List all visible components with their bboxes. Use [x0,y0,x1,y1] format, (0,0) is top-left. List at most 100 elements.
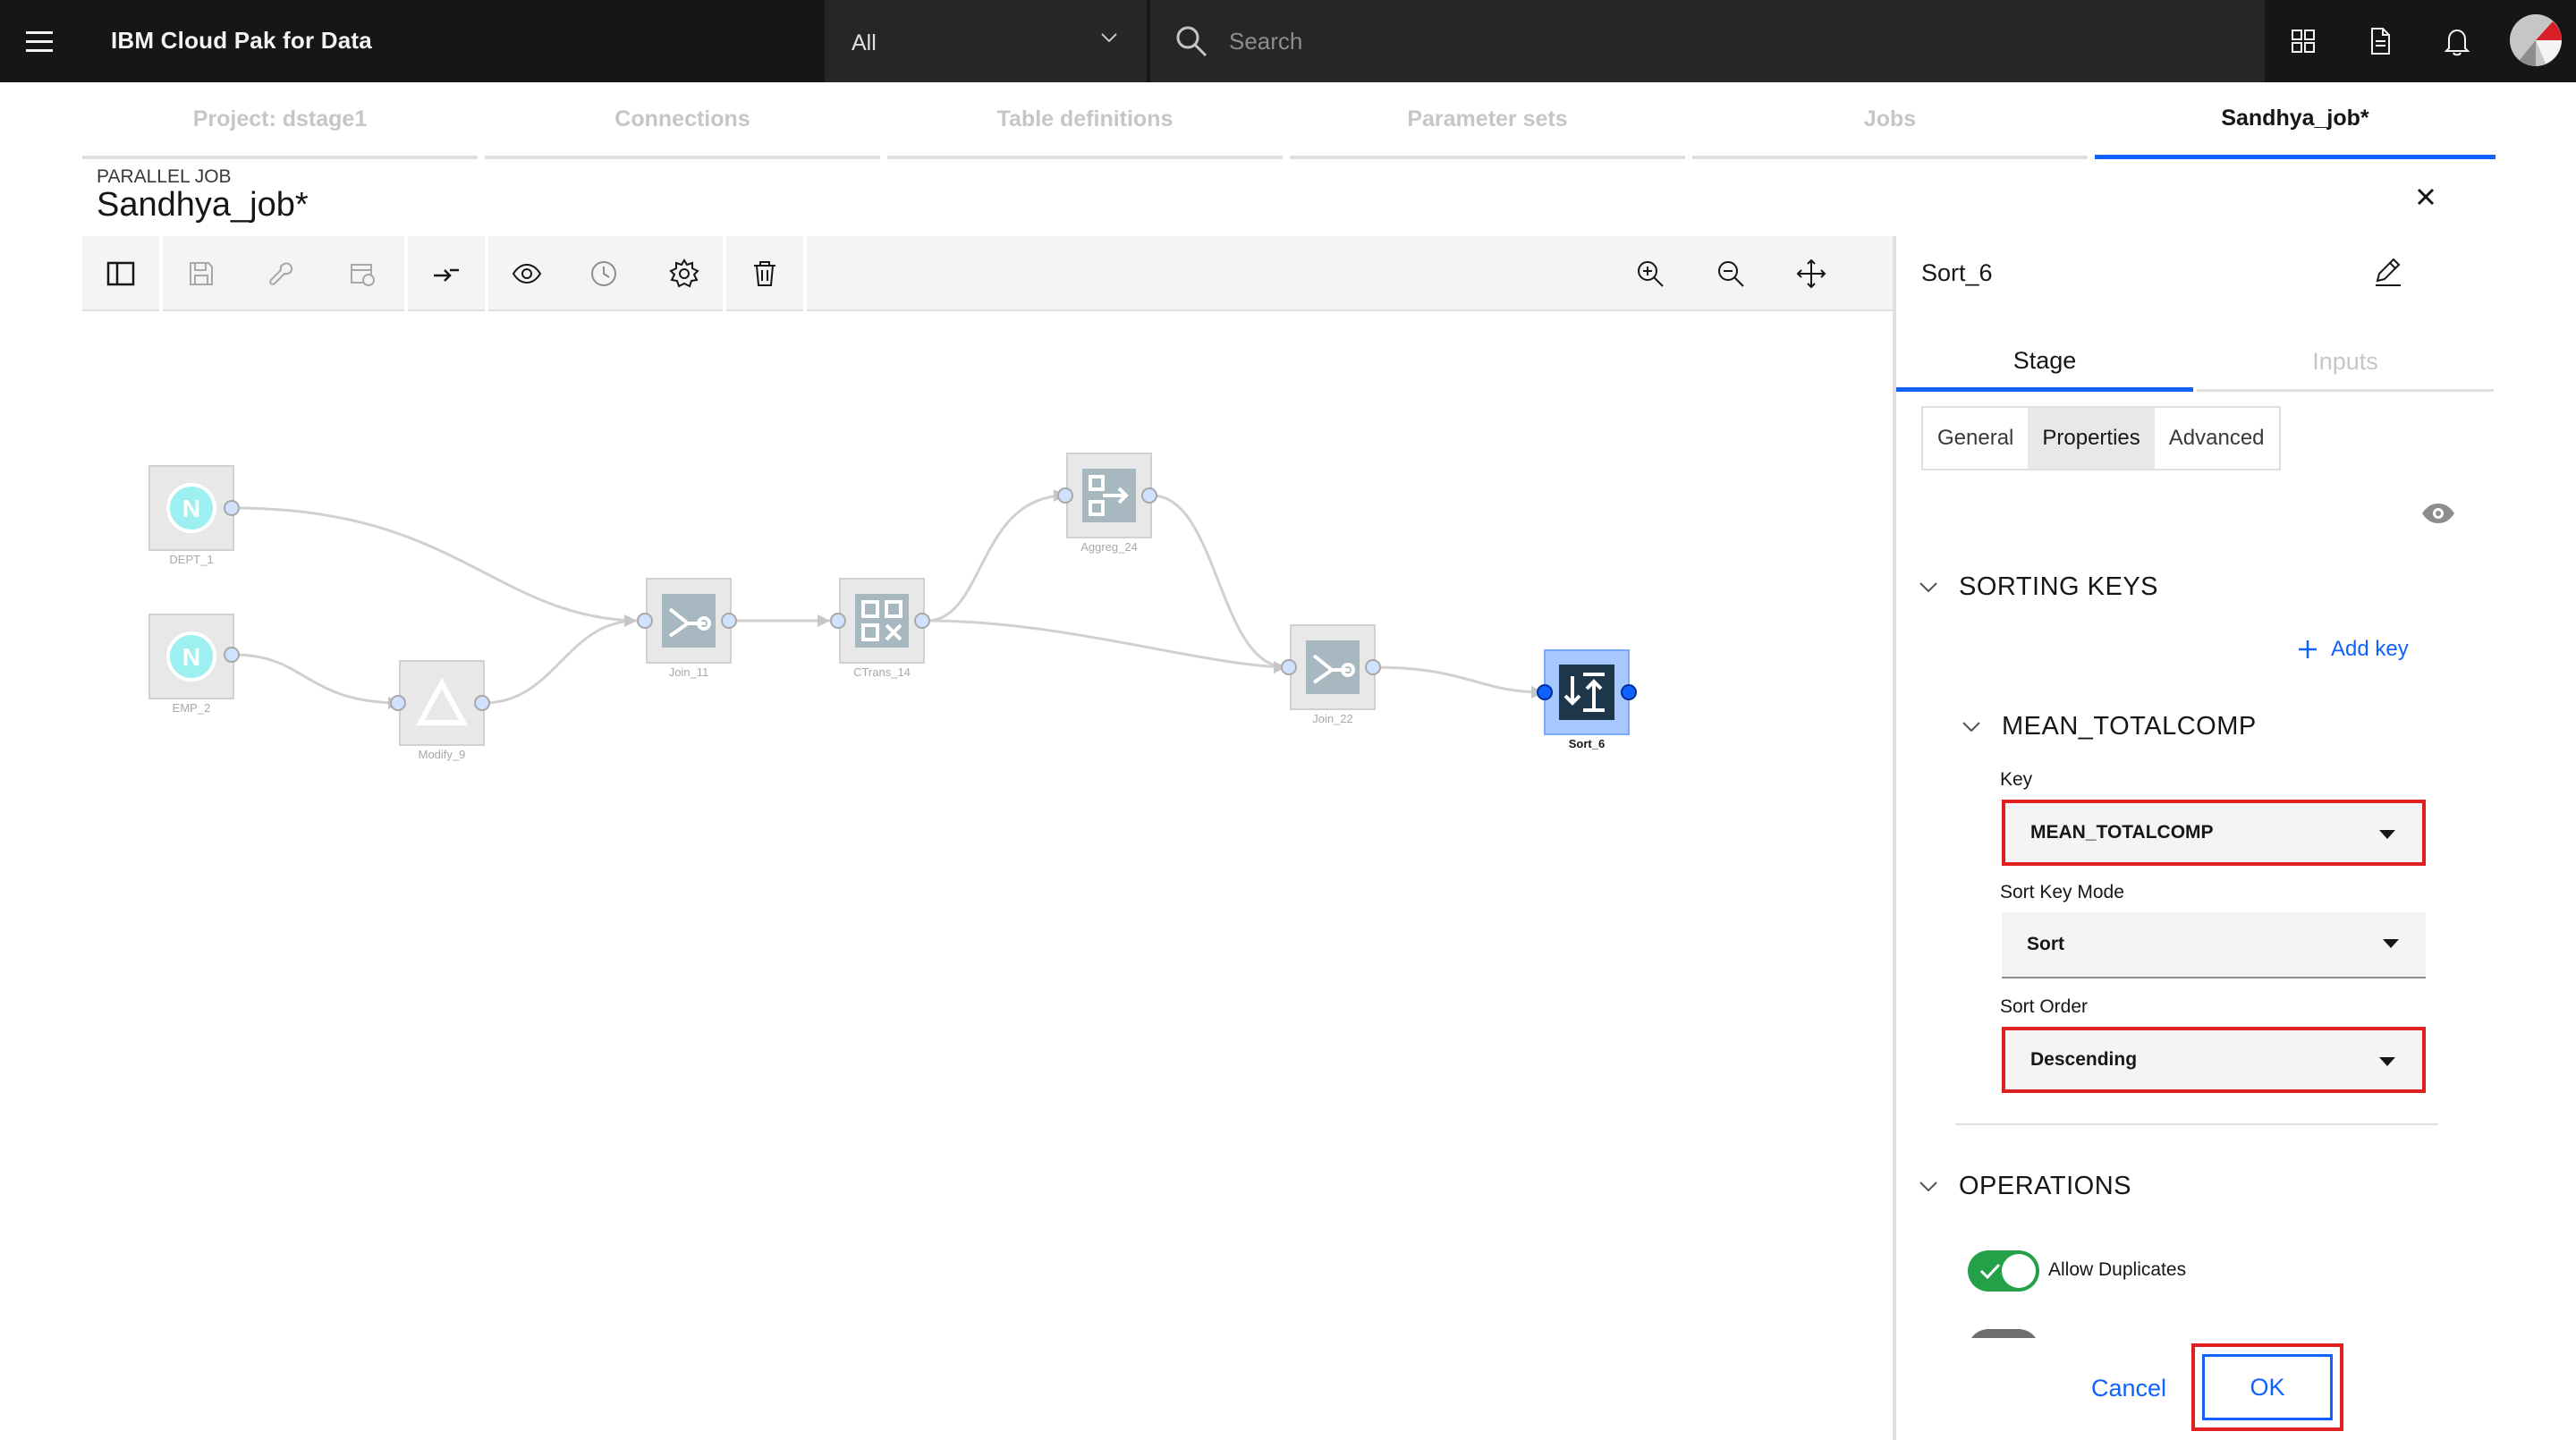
subtab-advanced[interactable]: Advanced [2154,408,2279,469]
chevron-down-icon [1962,722,1980,733]
scope-dropdown[interactable]: All [825,0,1148,82]
node-label-ctrans-14: CTrans_14 [853,665,911,679]
search-icon [1176,26,1208,57]
tab-inputs[interactable]: Inputs [2197,335,2494,392]
tab-sandhya-job[interactable]: Sandhya_job* [2095,82,2496,159]
notification-icon[interactable] [2419,0,2496,82]
section-divider [1955,1123,2438,1125]
edit-icon[interactable] [2370,254,2406,290]
flow-canvas[interactable]: N DEPT_1 N EMP_2 Modify_9 Join_11 CTrans… [82,313,1893,1440]
avatar[interactable] [2510,14,2562,66]
history-button[interactable] [565,236,642,311]
sort-icon [1559,665,1614,720]
caret-down-icon [2383,939,2399,948]
sorting-keys-header[interactable]: SORTING KEYS [1918,567,2158,606]
link-icon [434,268,459,282]
tab-project[interactable]: Project: dstage1 [82,82,478,159]
compile-button[interactable] [243,236,320,311]
document-icon[interactable] [2342,0,2419,82]
allow-duplicates-label: Allow Duplicates [2048,1259,2187,1280]
sort-order-label: Sort Order [2000,996,2089,1017]
settings-button[interactable] [646,236,723,311]
property-subtabs: General Properties Advanced [1921,406,2281,470]
apps-icon[interactable] [2265,0,2342,82]
aggregator-icon [1082,469,1136,522]
node-label-aggreg-24: Aggreg_24 [1080,540,1138,554]
sort-key-mode-value: Sort [2027,934,2064,954]
node-join-22[interactable] [1290,624,1376,710]
node-dept-1[interactable]: N [148,465,234,551]
search-input[interactable] [1229,20,2213,63]
stage-tabs: Stage Inputs [1896,335,2496,392]
operations-header[interactable]: OPERATIONS [1918,1166,2131,1206]
node-modify-9[interactable] [399,660,485,746]
close-icon[interactable] [2408,179,2444,215]
caret-down-icon [2379,830,2395,839]
node-ctrans-14[interactable] [839,578,925,664]
delete-button[interactable] [726,236,803,311]
caret-down-icon [2379,1057,2395,1066]
checkmark-icon [1979,1263,2001,1280]
key-label: Key [2000,769,2033,790]
view-button[interactable] [488,236,565,311]
node-label-sort-6: Sort_6 [1568,737,1606,750]
node-aggreg-24[interactable] [1066,453,1152,538]
run-button[interactable] [408,236,485,311]
project-tabs: Project: dstage1 Connections Table defin… [82,82,2496,159]
tab-parameter-sets[interactable]: Parameter sets [1290,82,1685,159]
sort-key-mode-select[interactable]: Sort [2002,912,2426,978]
node-label-modify-9: Modify_9 [418,748,466,761]
node-label-emp-2: EMP_2 [172,701,211,715]
tab-stage[interactable]: Stage [1896,335,2193,392]
add-key-label: Add key [2331,637,2409,661]
panel-icon [106,261,135,286]
subtab-properties[interactable]: Properties [2028,408,2155,469]
trash-icon [754,261,775,286]
allow-duplicates-toggle[interactable] [1968,1250,2039,1292]
scope-value: All [852,30,877,55]
sort-order-value: Descending [2030,1049,2138,1070]
transformer-icon [855,594,909,648]
key-group-title: MEAN_TOTALCOMP [2002,711,2257,741]
tab-connections[interactable]: Connections [485,82,880,159]
subtab-general[interactable]: General [1923,408,2029,469]
key-select-value: MEAN_TOTALCOMP [2030,822,2214,843]
add-key-button[interactable]: Add key [2297,637,2409,662]
node-emp-2[interactable]: N [148,614,234,699]
tab-table-definitions[interactable]: Table definitions [887,82,1283,159]
key-group-header[interactable]: MEAN_TOTALCOMP [1961,707,2257,746]
ok-button[interactable]: OK [2202,1354,2333,1420]
view-icon[interactable] [2419,494,2458,533]
menu-icon[interactable] [18,23,61,59]
search-bar [1150,0,2265,82]
tab-jobs[interactable]: Jobs [1692,82,2088,159]
move-icon [1796,258,1826,289]
palette-toggle-button[interactable] [82,236,159,311]
zoom-out-icon [1718,261,1744,287]
operations-title: OPERATIONS [1959,1171,2131,1200]
stage-name: Sort_6 [1921,259,1993,286]
node-sort-6[interactable] [1544,649,1630,735]
clock-icon [591,261,616,286]
chevron-down-icon [1919,1182,1937,1192]
join-icon [1306,640,1360,694]
key-select[interactable]: MEAN_TOTALCOMP [2002,800,2426,866]
svg-text:N: N [182,643,200,671]
sorting-keys-title: SORTING KEYS [1959,572,2159,601]
modify-icon [415,677,469,725]
chevron-down-icon [1919,582,1937,593]
join-icon [662,594,716,648]
node-join-11[interactable] [646,578,732,664]
zoom-in-button[interactable] [1612,236,1689,311]
canvas-toolbar [82,236,1893,311]
schedule-button[interactable] [324,236,401,311]
sort-order-select[interactable]: Descending [2002,1027,2426,1093]
brand-name[interactable]: IBM Cloud Pak for Data [111,27,372,55]
flow-links [233,489,1545,709]
top-bar: IBM Cloud Pak for Data All [0,0,2576,82]
node-label-dept-1: DEPT_1 [169,553,214,566]
save-button[interactable] [163,236,240,311]
fit-to-screen-button[interactable] [1773,236,1850,311]
zoom-out-button[interactable] [1692,236,1769,311]
save-icon [190,262,213,285]
